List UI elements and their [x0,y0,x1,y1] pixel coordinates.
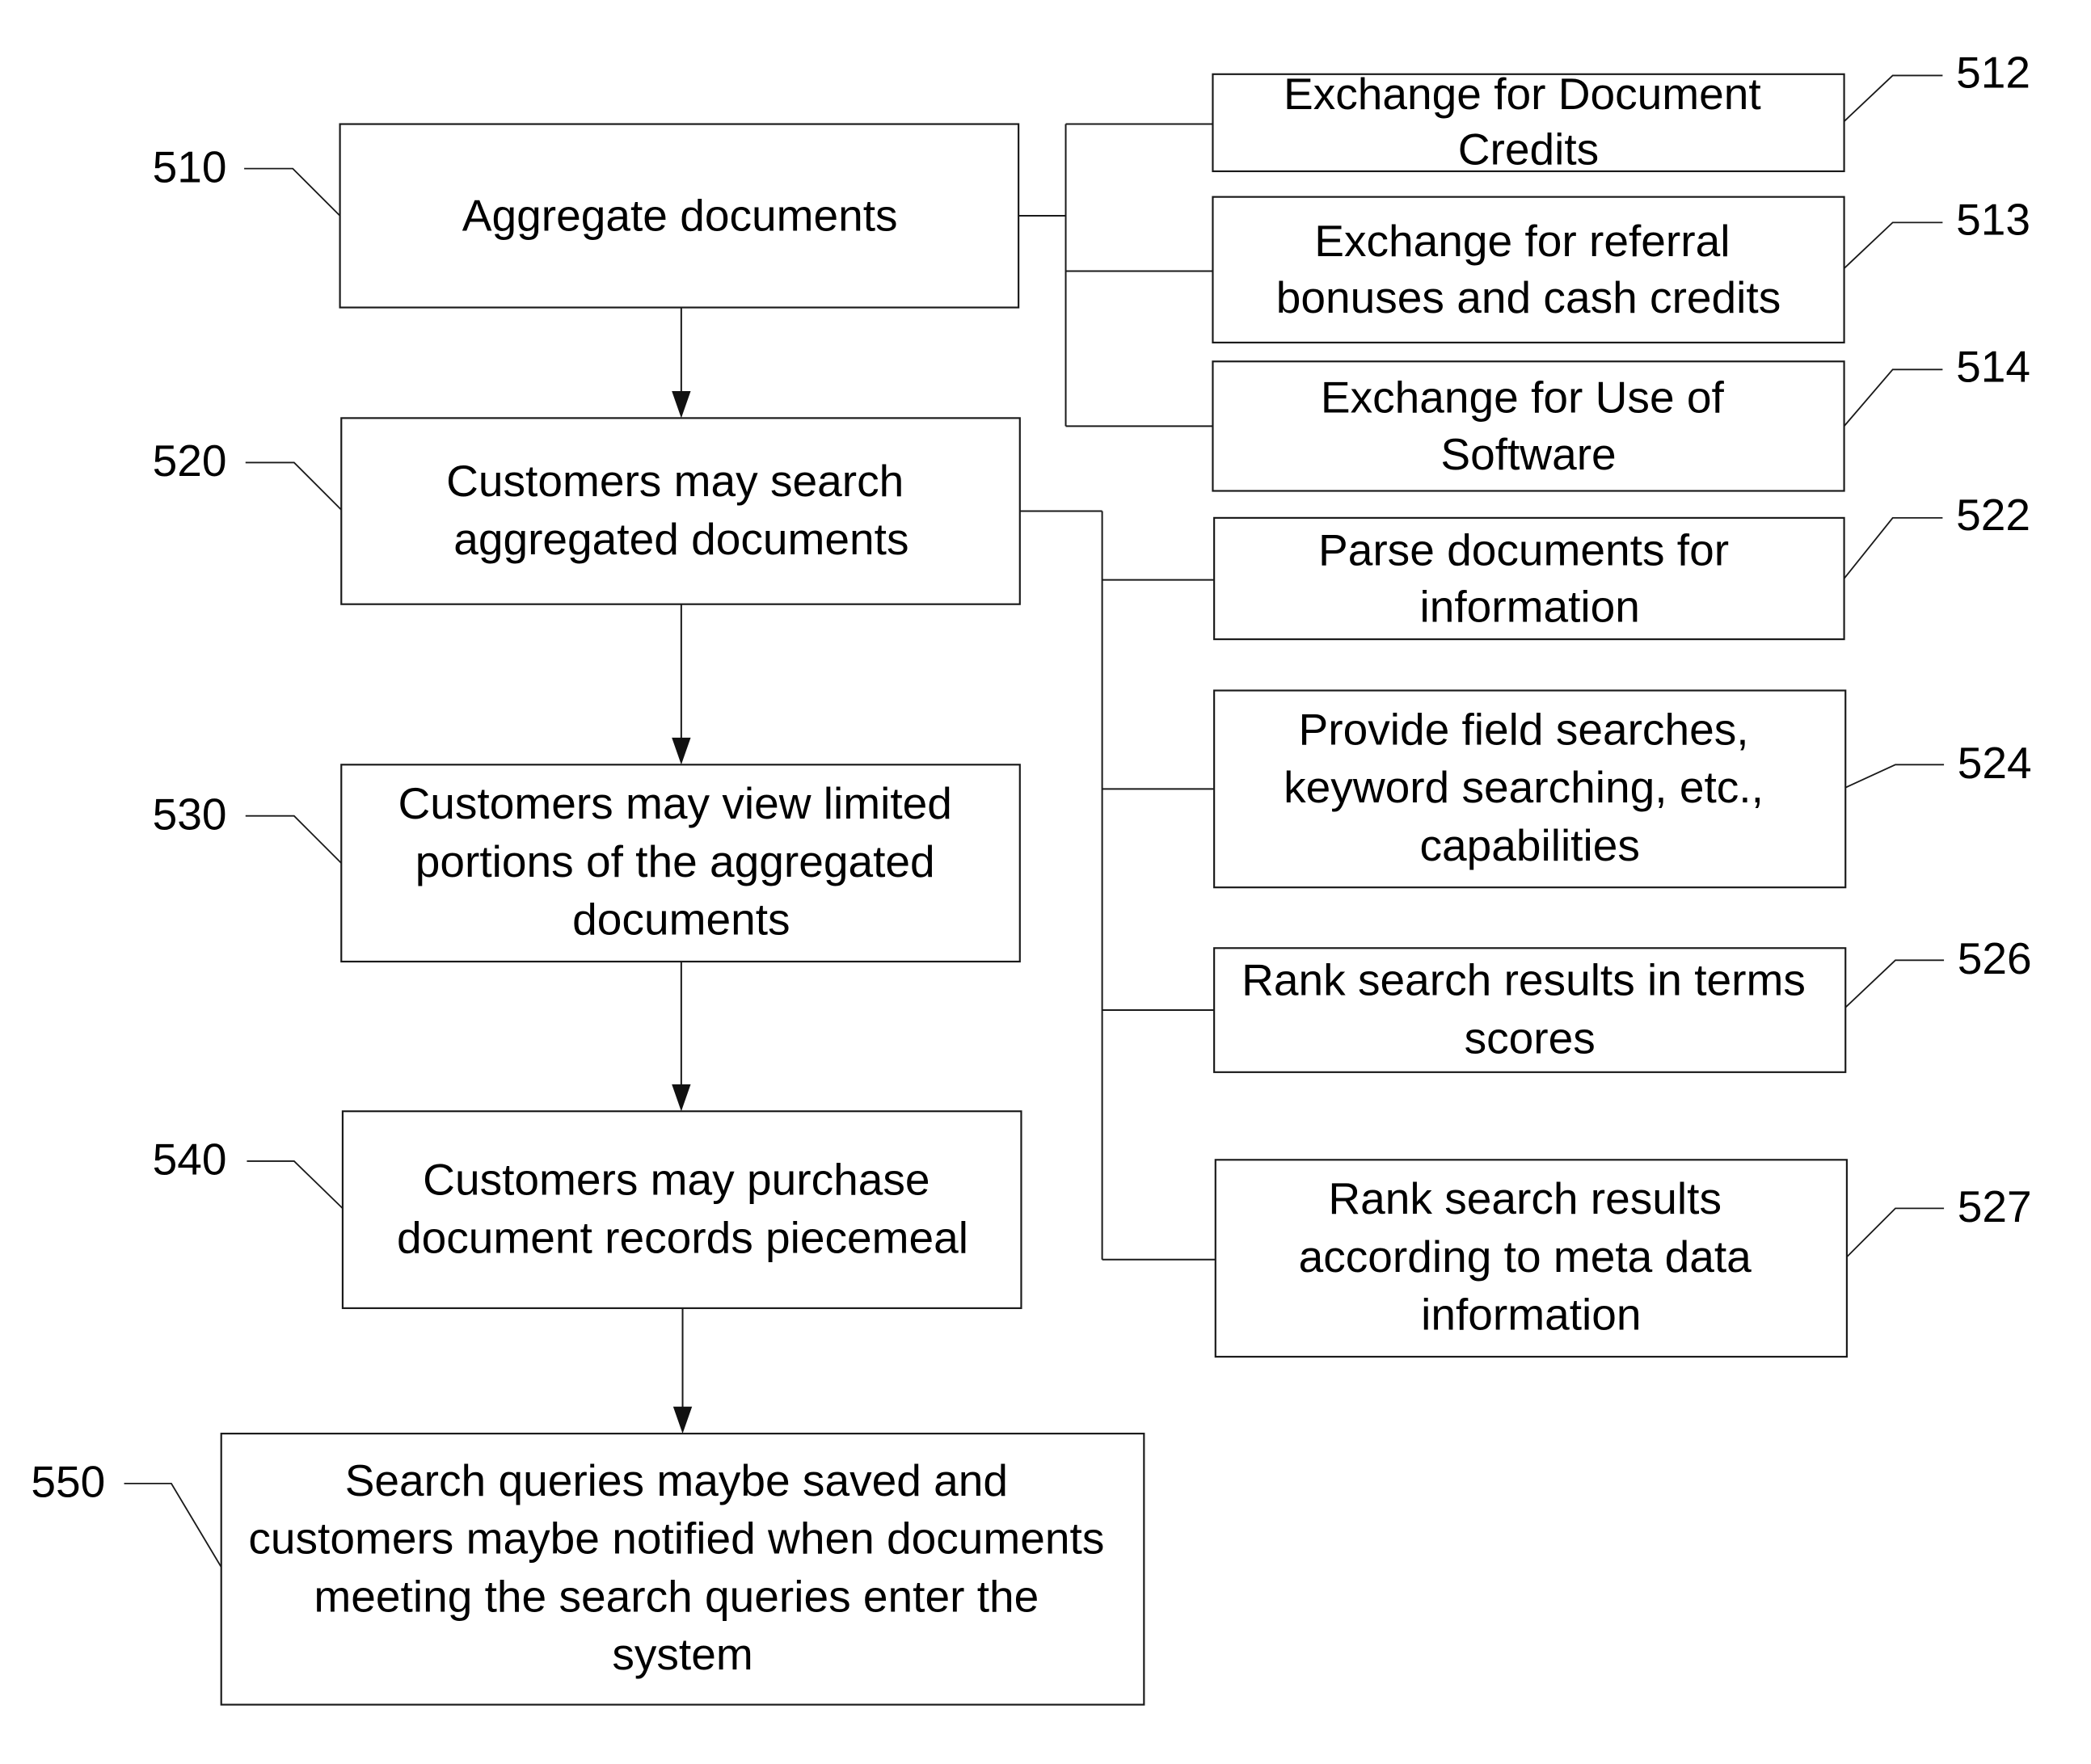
branch-526: Rank search results in terms scores 526 [1213,933,2032,1073]
leader-524 [1844,764,1945,789]
arrowhead-icon [672,390,691,419]
step-550-line-2: customers maybe notified when documents [248,1514,1104,1564]
step-540-box [341,1110,1022,1309]
leader-512 [1843,74,1943,122]
leader-527 [1846,1207,1945,1258]
step-520: Customers may search aggregated document… [153,417,1021,605]
branch-513-line-1: Exchange for referral [1314,216,1730,266]
step-540: Customers may purchase document records … [153,1110,1022,1309]
step-550-line-1: Search queries maybe saved and [345,1455,1008,1505]
leader-513 [1843,221,1943,269]
ref-530: 530 [153,789,227,839]
flow-arrow-530-540 [672,961,691,1112]
flow-arrow-520-530 [672,604,691,765]
arrowhead-icon [672,1406,693,1434]
branch-512-line-2: Credits [1458,124,1599,175]
branch-524: Provide field searches, keyword searchin… [1213,689,2032,889]
step-510-line-1: Aggregate documents [462,190,898,240]
step-540-line-1: Customers may purchase [423,1155,930,1205]
step-520-line-1: Customers may search [446,456,904,506]
flow-arrow-540-550 [672,1307,693,1434]
branch-522: Parse documents for information 522 [1213,490,2030,641]
ref-527: 527 [1958,1181,2032,1231]
leader-514 [1843,368,1943,427]
leader-530 [245,815,342,864]
branch-512-line-1: Exchange for Document [1284,69,1761,119]
arrowhead-icon [672,737,691,765]
branch-connector-510 [1018,123,1213,427]
ref-522: 522 [1956,490,2030,540]
branch-524-line-3: capabilities [1419,820,1639,870]
ref-550: 550 [31,1457,105,1507]
ref-524: 524 [1958,738,2032,788]
branch-522-line-1: Parse documents for [1318,524,1729,575]
branch-527: Rank search results according to meta da… [1214,1159,2032,1358]
branch-526-line-2: scores [1465,1013,1596,1063]
branch-514: Exchange for Use of Software 514 [1212,341,2030,492]
flowchart-diagram: Aggregate documents 510 Customers may se… [31,47,2032,1706]
branch-527-line-2: according to meta data [1299,1231,1752,1282]
branch-512: Exchange for Document Credits 512 [1212,47,2030,175]
step-550-line-3: meeting the search queries enter the [314,1571,1039,1621]
branch-526-line-1: Rank search results in terms [1242,955,1806,1005]
branch-513-line-2: bonuses and cash credits [1276,272,1781,322]
step-520-line-2: aggregated documents [453,514,908,564]
ref-520: 520 [153,436,227,486]
branch-527-line-3: information [1421,1290,1641,1340]
step-510: Aggregate documents 510 [153,123,1020,309]
branch-514-line-1: Exchange for Use of [1321,373,1725,423]
arrowhead-icon [672,1084,691,1112]
step-530: Customers may view limited portions of t… [153,764,1021,963]
branch-522-line-2: information [1419,581,1639,631]
step-530-line-2: portions of the aggregated [415,836,935,886]
branch-524-line-1: Provide field searches, [1299,704,1749,754]
ref-540: 540 [153,1135,227,1185]
step-540-line-2: document records piecemeal [397,1212,968,1262]
step-550-line-4: system [612,1629,753,1679]
ref-513: 513 [1956,194,2030,244]
leader-550 [124,1482,222,1568]
branch-connector-520 [1019,510,1216,1261]
leader-526 [1844,959,1945,1008]
leader-522 [1843,516,1943,579]
leader-510 [244,167,341,217]
flow-arrow-510-520 [672,307,691,419]
ref-526: 526 [1958,933,2032,983]
ref-510: 510 [153,141,227,192]
step-550: Search queries maybe saved and customers… [31,1433,1145,1706]
step-510-label: Aggregate documents [462,190,898,240]
branch-514-line-2: Software [1440,429,1616,479]
branch-524-line-2: keyword searching, etc., [1284,762,1764,812]
ref-512: 512 [1956,47,2030,97]
step-520-box [340,417,1021,605]
ref-514: 514 [1956,341,2030,391]
branch-513: Exchange for referral bonuses and cash c… [1212,194,2030,344]
branch-527-line-1: Rank search results [1328,1173,1722,1223]
step-530-line-3: documents [572,895,790,945]
step-530-line-1: Customers may view limited [398,778,952,828]
leader-520 [245,461,342,511]
leader-540 [247,1160,344,1210]
